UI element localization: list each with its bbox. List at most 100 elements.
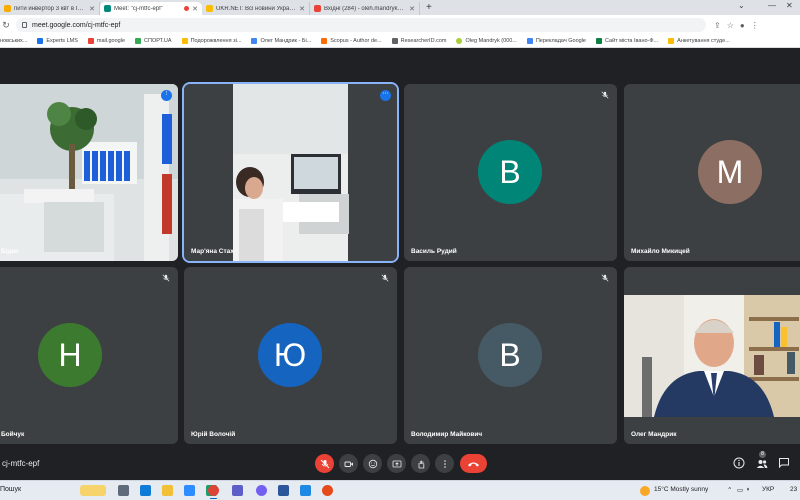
zoom-icon[interactable]	[184, 485, 195, 496]
photos-icon[interactable]	[300, 485, 311, 496]
tray-network-icon[interactable]: ▭	[737, 486, 743, 494]
info-icon[interactable]	[733, 457, 745, 469]
bookmark-label: Scopus - Author de...	[330, 38, 382, 44]
language-indicator[interactable]: УКР	[762, 486, 774, 493]
participant-name: Василь Рудий	[411, 248, 457, 255]
bookmark-icon	[668, 38, 675, 44]
people-button[interactable]: 8	[756, 451, 768, 469]
taskbar-search[interactable]: Пошук	[0, 486, 21, 493]
share-icon[interactable]: ⇪	[714, 21, 721, 30]
address-bar[interactable]: meet.google.com/cj-mtfc-epf	[16, 18, 706, 32]
close-window-icon[interactable]: ✕	[786, 1, 793, 10]
tab-close-icon[interactable]: ✕	[409, 5, 415, 13]
search-highlight-icon[interactable]	[80, 485, 106, 496]
bookmark-label: Анкетування студе...	[677, 38, 730, 44]
file-explorer-icon[interactable]	[162, 485, 173, 496]
reload-icon[interactable]: ↻	[0, 20, 12, 31]
bookmark-label: новських...	[0, 38, 28, 44]
chevron-down-icon[interactable]: ⌄	[738, 1, 745, 10]
participant-tile[interactable]: Н Бойчук	[0, 267, 178, 444]
teams-icon[interactable]	[232, 485, 243, 496]
chrome-profile-icon[interactable]	[322, 485, 333, 496]
bookmark-icon	[37, 38, 44, 44]
tab-close-icon[interactable]: ✕	[299, 5, 305, 13]
tab-title: пити инвертор 3 квт в Івано-	[14, 5, 87, 12]
bookmark-icon	[391, 38, 398, 44]
viber-icon[interactable]	[256, 485, 267, 496]
weather-text[interactable]: 15°C Mostly sunny	[654, 486, 708, 493]
mic-off-icon	[601, 91, 609, 99]
bookmark-icon	[135, 38, 142, 44]
minimize-icon[interactable]: —	[768, 1, 776, 10]
participant-tile[interactable]: Ю Юрій Волочій	[184, 267, 397, 444]
participant-tile[interactable]: ⁝ Бідко	[0, 84, 178, 261]
raise-hand-button[interactable]	[411, 454, 430, 473]
leave-call-button[interactable]	[460, 454, 487, 473]
avatar: Ю	[258, 323, 322, 387]
bookmark-item[interactable]: ResearcherID.com	[391, 38, 446, 44]
bookmark-item[interactable]: Experts LMS	[37, 38, 78, 44]
tab-strip: пити инвертор 3 квт в Івано- ✕ Meet: "cj…	[0, 0, 800, 15]
mic-off-icon	[162, 274, 170, 282]
volume-icon[interactable]: ◖	[746, 486, 750, 493]
new-tab-button[interactable]: +	[420, 2, 438, 15]
more-options-icon[interactable]: ⋯	[380, 90, 391, 101]
browser-tab-1[interactable]: пити инвертор 3 квт в Івано- ✕	[0, 2, 100, 15]
participant-tile-speaking[interactable]: ⋯ Мар'яна Стах	[182, 82, 399, 263]
recording-icon	[184, 6, 190, 11]
bookmark-item[interactable]: mail.google	[87, 38, 126, 44]
bookmark-item[interactable]: Перекладач Google	[526, 38, 586, 44]
bookmark-item[interactable]: Анкетування студе...	[668, 38, 730, 44]
bookmark-item[interactable]: Oleg Mandryk (000...	[456, 38, 517, 44]
participant-name: Володимир Майкович	[411, 431, 483, 438]
bookmark-item[interactable]: новських...	[0, 38, 27, 44]
bookmark-label: mail.google	[96, 38, 126, 44]
browser-tab-2-active[interactable]: Meet: "cj-mtfc-epf" ✕	[100, 2, 202, 15]
word-icon[interactable]	[278, 485, 289, 496]
participant-name: Юрій Волочій	[191, 431, 236, 438]
bookmark-label: Experts LMS	[46, 38, 78, 44]
bookmark-item[interactable]: Олег Мандрик - Бі...	[251, 38, 311, 44]
browser-tab-3[interactable]: UKR.NET: Всі новини України, с ✕	[202, 2, 310, 15]
bookmark-icon	[596, 38, 602, 44]
camera-toggle-button[interactable]	[339, 454, 358, 473]
bookmark-label: СПОРТ.UA	[144, 38, 172, 44]
meet-favicon-icon	[104, 5, 111, 12]
clock[interactable]: 23	[790, 486, 797, 493]
tray-chevron-icon[interactable]: ⌃	[727, 486, 732, 494]
tab-close-icon[interactable]: ✕	[192, 5, 198, 13]
audio-wave-icon: ⁝	[161, 90, 172, 101]
bookmark-label: Олег Мандрик - Бі...	[260, 38, 312, 44]
bookmark-item[interactable]: Подорожвлення зі...	[181, 38, 241, 44]
more-options-button[interactable]	[435, 454, 454, 473]
participant-tile[interactable]: М Михайло Микицей	[624, 84, 800, 261]
reactions-button[interactable]	[363, 454, 382, 473]
tab-close-icon[interactable]: ✕	[89, 5, 95, 13]
participant-tile[interactable]: Олег Мандрик	[624, 267, 800, 444]
task-view-icon[interactable]	[118, 485, 129, 496]
video-feed	[0, 84, 178, 261]
hand-icon	[418, 460, 424, 468]
scopus-icon	[321, 38, 328, 44]
participant-tile[interactable]: В Володимир Майкович	[404, 267, 617, 444]
participant-tile[interactable]: В Василь Рудий	[404, 84, 617, 261]
bookmark-item[interactable]: Scopus - Author de...	[321, 38, 382, 44]
translate-icon	[526, 38, 533, 44]
participant-name: Бойчук	[1, 431, 25, 438]
profile-icon[interactable]: ●	[740, 21, 745, 30]
bookmarks-bar: новських... Experts LMS mail.google СПОР…	[0, 35, 800, 48]
participant-name: Мар'яна Стах	[191, 248, 234, 255]
chat-icon[interactable]	[778, 457, 790, 469]
bookmark-item[interactable]: СПОРТ.UA	[135, 38, 172, 44]
bookmark-star-icon[interactable]: ☆	[727, 21, 734, 30]
gmail-icon	[87, 38, 94, 44]
menu-icon[interactable]: ⋮	[751, 21, 759, 30]
present-screen-button[interactable]	[387, 454, 406, 473]
mic-toggle-button[interactable]	[315, 454, 334, 473]
chrome-icon[interactable]	[208, 485, 219, 499]
mic-off-icon	[601, 274, 609, 282]
edge-icon[interactable]	[140, 485, 151, 496]
more-vert-icon	[443, 459, 446, 468]
bookmark-item[interactable]: Сайт міста Івано-Ф...	[596, 38, 658, 44]
browser-tab-4[interactable]: Вхідні (284) - oleh.mandryk@nu ✕	[310, 2, 420, 15]
